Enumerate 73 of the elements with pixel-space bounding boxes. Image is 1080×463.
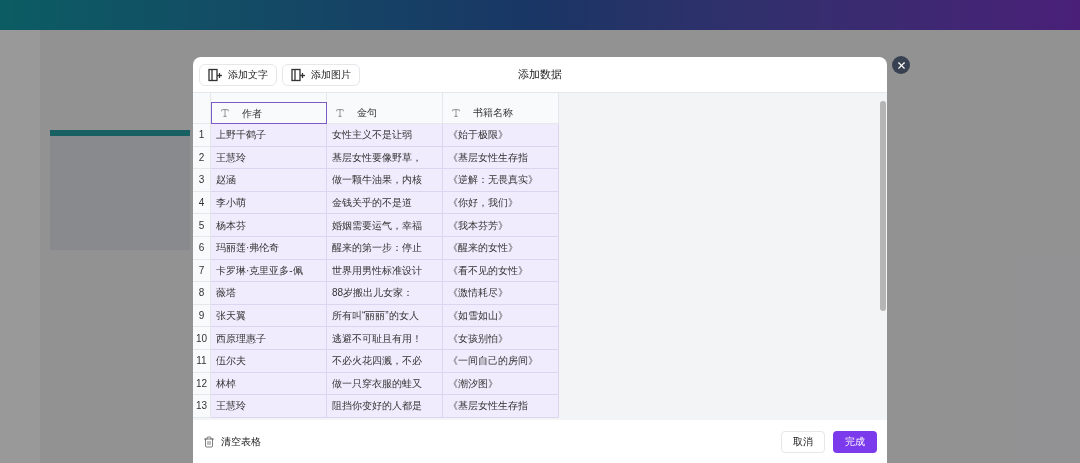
table-cell[interactable]: 《醒来的女性》 xyxy=(443,236,559,260)
table-cell[interactable]: 卡罗琳·克里亚多-佩 xyxy=(211,259,327,283)
table-cell[interactable]: 《一间自己的房间》 xyxy=(443,349,559,373)
row-number: 2 xyxy=(193,146,211,170)
row-number: 3 xyxy=(193,169,211,192)
row-number: 1 xyxy=(193,124,211,147)
table-cell[interactable]: 阻挡你变好的人都是 xyxy=(327,395,443,418)
table-cell[interactable]: 上野千鹤子 xyxy=(211,124,327,147)
table-cell[interactable]: 《潮汐图》 xyxy=(443,372,559,396)
row-number: 13 xyxy=(193,395,211,418)
cancel-button[interactable]: 取消 xyxy=(781,430,825,453)
vertical-scrollbar[interactable] xyxy=(880,101,886,311)
row-number: 6 xyxy=(193,236,211,260)
column-label: 作者 xyxy=(242,106,262,121)
row-number: 11 xyxy=(193,349,211,373)
clear-table-button[interactable]: 清空表格 xyxy=(203,434,261,449)
row-number: 8 xyxy=(193,282,211,305)
table-cell[interactable]: 王慧玲 xyxy=(211,146,327,170)
row-number: 4 xyxy=(193,191,211,215)
column-header[interactable]: 作者 xyxy=(211,102,327,124)
table-cell[interactable]: 《基层女性生存指 xyxy=(443,146,559,170)
table-cell[interactable]: 《始于极限》 xyxy=(443,124,559,147)
row-number: 9 xyxy=(193,304,211,328)
table-cell[interactable]: 不必火花四溅，不必 xyxy=(327,349,443,373)
table-cell[interactable]: 逃避不可耻且有用！ xyxy=(327,327,443,350)
table-cell[interactable]: 所有叫“丽丽”的女人 xyxy=(327,304,443,328)
row-number: 12 xyxy=(193,372,211,396)
table-cell[interactable]: 醒来的第一步：停止 xyxy=(327,236,443,260)
table-cell[interactable]: 李小萌 xyxy=(211,191,327,215)
row-number: 7 xyxy=(193,259,211,283)
text-type-icon xyxy=(451,107,461,118)
text-type-icon xyxy=(335,107,345,118)
panel-plus-icon xyxy=(208,67,222,82)
text-type-icon xyxy=(220,108,230,118)
table-cell[interactable]: 伍尔夫 xyxy=(211,349,327,373)
table-cell[interactable]: 做一只穿衣服的蛙又 xyxy=(327,372,443,396)
table-cell[interactable]: 女性主义不是让弱 xyxy=(327,124,443,147)
table-cell[interactable]: 林棹 xyxy=(211,372,327,396)
row-number: 10 xyxy=(193,327,211,350)
table-cell[interactable]: 基层女性要像野草， xyxy=(327,146,443,170)
table-cell[interactable]: 杨本芬 xyxy=(211,214,327,237)
table-cell[interactable]: 《激情耗尽》 xyxy=(443,282,559,305)
table-cell[interactable]: 《你好，我们》 xyxy=(443,191,559,215)
column-header[interactable]: 金句 xyxy=(327,102,443,124)
table-cell[interactable]: 张天翼 xyxy=(211,304,327,328)
table-cell[interactable]: 世界用男性标准设计 xyxy=(327,259,443,283)
table-cell[interactable]: 88岁搬出儿女家： xyxy=(327,282,443,305)
table-cell[interactable]: 《基层女性生存指 xyxy=(443,395,559,418)
table-cell[interactable]: 王慧玲 xyxy=(211,395,327,418)
table-cell[interactable]: 金钱关乎的不是道 xyxy=(327,191,443,215)
toolbar-button[interactable]: 添加文字 xyxy=(199,63,277,86)
done-button[interactable]: 完成 xyxy=(833,430,877,453)
close-icon xyxy=(895,59,907,71)
column-label: 书籍名称 xyxy=(473,106,513,120)
dialog-title: 添加数据 xyxy=(518,67,562,83)
row-number: 5 xyxy=(193,214,211,237)
table-cell[interactable]: 《女孩别怕》 xyxy=(443,327,559,350)
toolbar-button[interactable]: 添加图片 xyxy=(282,63,360,86)
column-label: 金句 xyxy=(357,106,377,120)
table-cell[interactable]: 玛丽莲·弗伦奇 xyxy=(211,236,327,260)
table-cell[interactable]: 西原理惠子 xyxy=(211,327,327,350)
trash-icon xyxy=(203,435,215,448)
table-cell[interactable]: 《我本芬芳》 xyxy=(443,214,559,237)
panel-plus-icon xyxy=(291,67,305,82)
header-cell xyxy=(193,102,211,124)
column-header[interactable]: 书籍名称 xyxy=(443,102,559,124)
table-cell[interactable]: 赵涵 xyxy=(211,169,327,192)
table-cell[interactable]: 《如雪如山》 xyxy=(443,304,559,328)
table-cell[interactable]: 薇塔 xyxy=(211,282,327,305)
table-cell[interactable]: 《逆解：无畏真实》 xyxy=(443,169,559,192)
table-cell[interactable]: 做一颗牛油果，内核 xyxy=(327,169,443,192)
table-cell[interactable]: 婚姻需要运气，幸福 xyxy=(327,214,443,237)
table-cell[interactable]: 《看不见的女性》 xyxy=(443,259,559,283)
